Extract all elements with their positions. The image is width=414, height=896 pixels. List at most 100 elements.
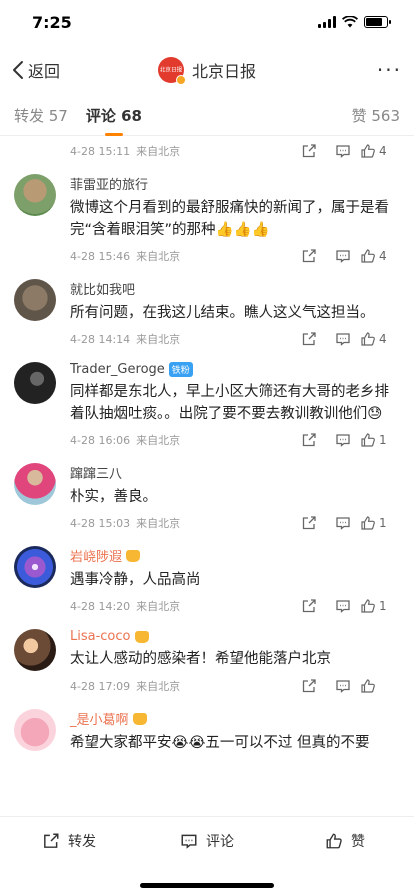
comment-text: 所有问题，在我这儿结束。瞧人这义气这担当。 bbox=[70, 305, 375, 321]
comment-meta: 4-28 14:20 来自北京 1 bbox=[0, 591, 414, 621]
comment-source: 来自北京 bbox=[136, 517, 181, 530]
repost-comment-button[interactable] bbox=[292, 432, 326, 448]
status-time: 7:25 bbox=[32, 12, 72, 32]
comment-actions bbox=[292, 678, 400, 694]
comment-actions: 1 bbox=[292, 598, 400, 614]
comment-meta: 4-28 17:09 来自北京 bbox=[0, 671, 414, 701]
reply-comment-button[interactable] bbox=[326, 143, 360, 159]
avatar[interactable] bbox=[14, 629, 56, 671]
comment-text: 希望大家都平安😭😭五一可以不过 但真的不要 bbox=[70, 735, 370, 751]
comment-username[interactable]: 菲雷亚的旅行 bbox=[70, 174, 400, 193]
comment-actions: 4 bbox=[292, 143, 400, 159]
comment-date: 4-28 15:46 bbox=[70, 249, 131, 263]
comment-username[interactable]: _是小葛啊 bbox=[70, 709, 400, 728]
like-count: 1 bbox=[379, 516, 387, 530]
share-icon bbox=[302, 516, 316, 530]
comment-item[interactable]: Lisa-coco 太让人感动的感染者！希望他能落户北京 bbox=[0, 621, 414, 671]
repost-comment-button[interactable] bbox=[292, 598, 326, 614]
like-comment-button[interactable] bbox=[360, 678, 400, 694]
comment-item[interactable]: _是小葛啊 希望大家都平安😭😭五一可以不过 但真的不要 bbox=[0, 701, 414, 754]
like-comment-button[interactable]: 1 bbox=[360, 598, 400, 614]
avatar[interactable] bbox=[14, 279, 56, 321]
username-text: _是小葛啊 bbox=[70, 713, 129, 728]
comment-icon bbox=[336, 145, 350, 158]
reply-comment-button[interactable] bbox=[326, 248, 360, 264]
reply-comment-button[interactable] bbox=[326, 515, 360, 531]
avatar[interactable] bbox=[14, 362, 56, 404]
back-button[interactable]: 返回 bbox=[12, 58, 60, 82]
thumbs-up-icon bbox=[326, 833, 342, 848]
like-comment-button[interactable]: 1 bbox=[360, 515, 400, 531]
comment-item[interactable]: 就比如我吧 所有问题，在我这儿结束。瞧人这义气这担当。 bbox=[0, 271, 414, 324]
tab-likes[interactable]: 赞 563 bbox=[352, 105, 400, 126]
like-count: 1 bbox=[379, 433, 387, 447]
comment-username[interactable]: 就比如我吧 bbox=[70, 279, 400, 298]
share-icon bbox=[302, 249, 316, 263]
comment-text: 遇事冷静，人品高尚 bbox=[70, 572, 201, 588]
verified-badge-icon bbox=[175, 75, 186, 85]
share-icon bbox=[44, 833, 59, 848]
username-text: Trader_Geroge bbox=[70, 362, 165, 377]
share-icon bbox=[302, 332, 316, 346]
repost-label: 转发 bbox=[68, 833, 96, 850]
like-comment-button[interactable]: 4 bbox=[360, 143, 400, 159]
comment-username[interactable]: 岩峣陟遐 bbox=[70, 546, 400, 565]
comment-meta: 4-28 15:46 来自北京 4 bbox=[0, 241, 414, 271]
nav-bar: 返回 北京日报 北京日报 ··· bbox=[0, 44, 414, 96]
comment-source: 来自北京 bbox=[136, 250, 181, 263]
avatar[interactable] bbox=[14, 709, 56, 751]
tab-comments[interactable]: 评论 68 bbox=[86, 105, 142, 136]
publisher-avatar[interactable]: 北京日报 bbox=[157, 57, 186, 85]
battery-icon bbox=[364, 16, 391, 28]
home-indicator[interactable] bbox=[140, 883, 274, 888]
like-comment-button[interactable]: 4 bbox=[360, 248, 400, 264]
like-comment-button[interactable]: 1 bbox=[360, 432, 400, 448]
avatar[interactable] bbox=[14, 174, 56, 216]
comment-item[interactable]: 菲雷亚的旅行 微博这个月看到的最舒服痛快的新闻了，属于是看完“含着眼泪笑”的那种… bbox=[0, 166, 414, 241]
comment-icon bbox=[336, 517, 350, 530]
repost-comment-button[interactable] bbox=[292, 248, 326, 264]
share-icon bbox=[302, 433, 316, 447]
comment-username[interactable]: 蹿蹿三八 bbox=[70, 463, 400, 482]
comment-text: 太让人感动的感染者！希望他能落户北京 bbox=[70, 651, 331, 667]
avatar[interactable] bbox=[14, 546, 56, 588]
repost-comment-button[interactable] bbox=[292, 678, 326, 694]
like-count: 4 bbox=[379, 249, 387, 263]
repost-comment-button[interactable] bbox=[292, 331, 326, 347]
thumbs-up-icon bbox=[361, 599, 375, 613]
reply-comment-button[interactable] bbox=[326, 432, 360, 448]
username-text: 就比如我吧 bbox=[70, 283, 136, 298]
more-options-button[interactable]: ··· bbox=[377, 58, 402, 82]
comment-actions: 4 bbox=[292, 331, 400, 347]
repost-button[interactable]: 转发 bbox=[0, 831, 138, 851]
like-comment-button[interactable]: 4 bbox=[360, 331, 400, 347]
comment-item[interactable]: 蹿蹿三八 朴实，善良。 bbox=[0, 455, 414, 508]
comment-username[interactable]: Lisa-coco bbox=[70, 629, 400, 644]
reply-comment-button[interactable] bbox=[326, 678, 360, 694]
repost-comment-button[interactable] bbox=[292, 143, 326, 159]
comment-icon bbox=[336, 600, 350, 613]
publisher-avatar-text: 北京日报 bbox=[159, 66, 183, 74]
comment-meta: 4-28 16:06 来自北京 1 bbox=[0, 425, 414, 455]
repost-comment-button[interactable] bbox=[292, 515, 326, 531]
comment-username[interactable]: Trader_Geroge 铁粉 bbox=[70, 362, 400, 377]
reply-comment-button[interactable] bbox=[326, 331, 360, 347]
page-title: 北京日报 北京日报 bbox=[0, 57, 414, 85]
comment-item[interactable]: Trader_Geroge 铁粉 同样都是东北人，早上小区大筛还有大哥的老乡排着… bbox=[0, 354, 414, 425]
comment-icon bbox=[336, 333, 350, 346]
comment-actions: 1 bbox=[292, 515, 400, 531]
comment-item[interactable]: 岩峣陟遐 遇事冷静，人品高尚 bbox=[0, 538, 414, 591]
comment-date: 4-28 14:20 bbox=[70, 599, 131, 613]
status-icons bbox=[318, 16, 391, 28]
tab-repost[interactable]: 转发 57 bbox=[14, 105, 68, 126]
like-button[interactable]: 赞 bbox=[276, 831, 414, 851]
thumbs-up-icon bbox=[361, 433, 375, 447]
reply-comment-button[interactable] bbox=[326, 598, 360, 614]
username-text: 蹿蹿三八 bbox=[70, 467, 123, 482]
vip-crown-icon bbox=[132, 712, 147, 725]
username-text: 菲雷亚的旅行 bbox=[70, 178, 149, 193]
comment-button[interactable]: 评论 bbox=[138, 831, 276, 851]
comment-meta: 4-28 15:11 来自北京 4 bbox=[0, 136, 414, 166]
like-count: 1 bbox=[379, 599, 387, 613]
avatar[interactable] bbox=[14, 463, 56, 505]
